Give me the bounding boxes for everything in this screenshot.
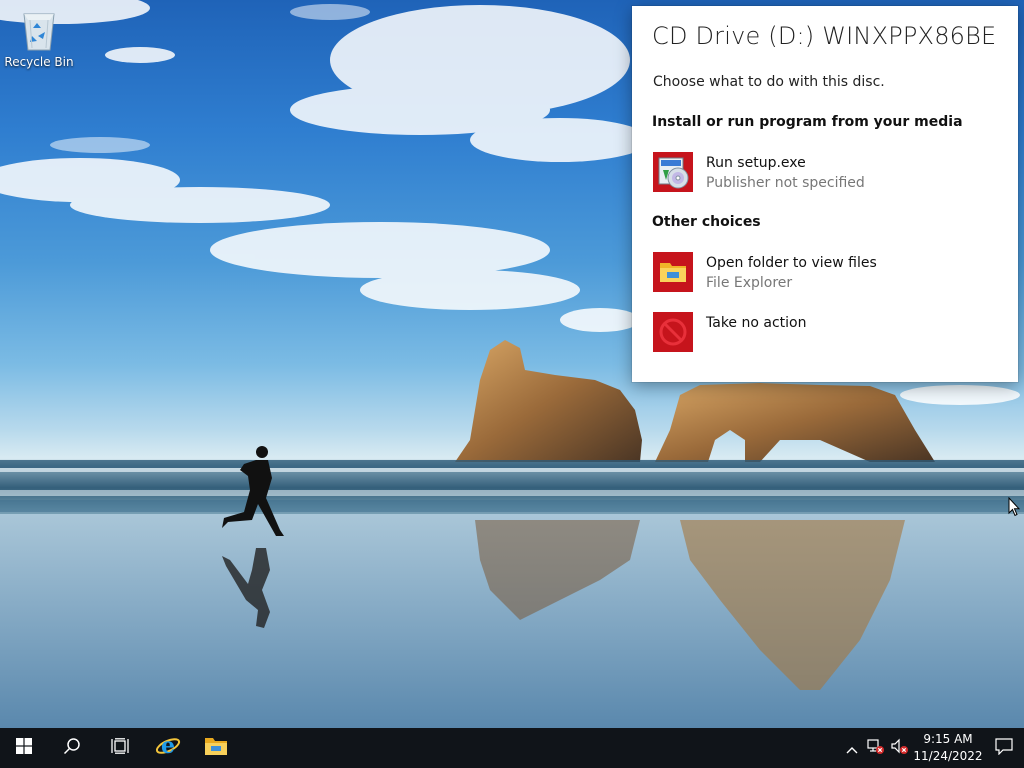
choice-open-folder[interactable]: Open folder to view files File Explorer [646,246,1004,296]
no-action-icon [653,312,693,352]
choice-take-no-action-label: Take no action [706,315,807,331]
section-heading-install: Install or run program from your media [652,114,963,130]
choice-run-setup[interactable]: Run setup.exe Publisher not specified [646,146,1004,196]
section-heading-other: Other choices [652,214,761,230]
dialog-title: CD Drive (D:) WINXPPX86BE [652,22,997,50]
internet-explorer-button[interactable]: e [144,728,192,768]
action-center-button[interactable] [984,728,1024,768]
system-tray: 9:15 AM 11/24/2022 [840,728,1024,768]
choice-take-no-action[interactable]: Take no action [646,306,1004,356]
search-button[interactable] [48,728,96,768]
taskbar: e 9:15 AM 11/24/2022 [0,728,1024,768]
windows-logo-icon [16,738,32,758]
volume-button[interactable] [888,728,912,768]
chevron-up-icon [846,739,858,758]
recycle-bin-icon [18,6,60,52]
task-view-button[interactable] [96,728,144,768]
network-button[interactable] [864,728,888,768]
recycle-bin-shortcut[interactable]: Recycle Bin [4,6,74,69]
mouse-cursor-icon [1008,496,1021,521]
choice-open-folder-sublabel: File Explorer [706,275,793,291]
clock[interactable]: 9:15 AM 11/24/2022 [912,728,984,768]
file-explorer-icon [204,736,228,760]
folder-icon [653,252,693,292]
autoplay-dialog: CD Drive (D:) WINXPPX86BE Choose what to… [632,6,1018,382]
start-button[interactable] [0,728,48,768]
clock-time: 9:15 AM [923,732,973,746]
search-icon [63,737,81,759]
show-hidden-icons-button[interactable] [840,728,864,768]
clock-date: 11/24/2022 [913,749,983,763]
task-view-icon [111,738,129,758]
setup-disc-icon [653,152,693,192]
choice-open-folder-label: Open folder to view files [706,255,877,271]
choice-run-setup-label: Run setup.exe [706,155,806,171]
recycle-bin-label: Recycle Bin [4,55,74,69]
internet-explorer-icon: e [155,733,181,763]
file-explorer-button[interactable] [192,728,240,768]
choice-run-setup-sublabel: Publisher not specified [706,175,865,191]
action-center-icon [995,737,1013,759]
dialog-subtitle: Choose what to do with this disc. [653,74,885,90]
network-error-icon [867,738,885,758]
svg-text:e: e [161,733,175,759]
volume-muted-icon [891,738,909,758]
